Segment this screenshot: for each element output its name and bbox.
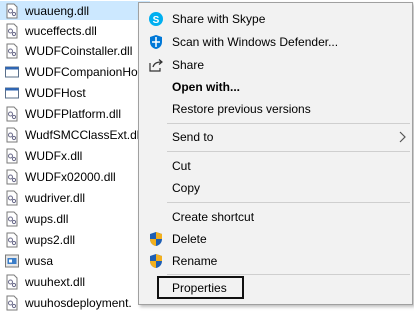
file-name: WUDFPlatform.dll	[25, 106, 122, 121]
file-name: wudriver.dll	[25, 190, 86, 205]
uac-shield-icon	[150, 254, 162, 268]
menu-label: Send to	[172, 130, 214, 144]
file-item-wudfcoinstaller-dll[interactable]: WUDFCoinstaller.dll	[0, 41, 150, 60]
menu-scan-with-defender[interactable]: Scan with Windows Defender...	[139, 31, 412, 53]
dll-icon	[6, 190, 18, 205]
menu-share[interactable]: Share	[139, 54, 412, 76]
menu-copy[interactable]: Copy	[139, 177, 412, 199]
menu-separator	[167, 151, 410, 152]
menu-open-with[interactable]: Open with...	[139, 76, 412, 98]
menu-label: Cut	[172, 159, 191, 173]
menu-label: Share	[172, 58, 205, 72]
file-item-wudriver-dll[interactable]: wudriver.dll	[0, 188, 150, 207]
file-item-wudfx02000-dll[interactable]: WUDFx02000.dll	[0, 167, 150, 186]
dll-icon	[6, 106, 18, 121]
file-item-wudfhost[interactable]: WUDFHost	[0, 83, 150, 102]
file-item-wuceffects-dll[interactable]: wuceffects.dll	[0, 21, 150, 40]
menu-label: Create shortcut	[172, 210, 255, 224]
menu-label: Share with Skype	[172, 12, 266, 26]
dll-icon	[6, 23, 18, 38]
file-name: wups2.dll	[25, 232, 76, 247]
file-item-wudfsmcclassext-dll[interactable]: WudfSMCClassExt.dll	[0, 125, 150, 144]
dll-icon	[6, 169, 18, 184]
dll-icon	[6, 211, 18, 226]
file-name: wusa	[25, 253, 54, 268]
menu-label: Rename	[172, 254, 218, 268]
menu-separator	[167, 202, 410, 203]
menu-send-to[interactable]: Send to	[139, 126, 412, 148]
properties-focus-highlight	[157, 276, 244, 299]
uac-shield-icon	[150, 232, 162, 246]
file-name: wups.dll	[25, 211, 69, 226]
menu-label: Scan with Windows Defender...	[172, 35, 339, 49]
menu-separator	[167, 123, 410, 124]
dll-icon	[6, 43, 18, 58]
dll-icon	[6, 127, 18, 142]
file-item-wuuhext-dll[interactable]: wuuhext.dll	[0, 272, 150, 291]
skype-icon: S	[149, 12, 163, 26]
file-name: WudfSMCClassExt.dll	[25, 127, 143, 142]
menu-share-with-skype[interactable]: S Share with Skype	[139, 8, 412, 30]
file-item-wups-dll[interactable]: wups.dll	[0, 209, 150, 228]
share-icon	[149, 59, 163, 72]
file-name: WUDFx02000.dll	[25, 169, 116, 184]
context-menu: S Share with Skype Scan with Windows Def…	[138, 2, 413, 305]
file-name: WUDFx.dll	[25, 148, 83, 163]
file-item-wudfplatform-dll[interactable]: WUDFPlatform.dll	[0, 104, 150, 123]
file-name: wuaueng.dll	[25, 3, 90, 18]
svg-text:S: S	[153, 15, 160, 26]
chevron-right-icon	[399, 131, 406, 143]
file-item-wudfcompanionhost[interactable]: WUDFCompanionHo	[0, 62, 150, 81]
windows-defender-icon	[150, 35, 162, 49]
exe-window-icon	[5, 66, 19, 77]
menu-delete[interactable]: Delete	[139, 228, 412, 250]
file-item-wups2-dll[interactable]: wups2.dll	[0, 230, 150, 249]
menu-cut[interactable]: Cut	[139, 155, 412, 177]
file-name: wuuhext.dll	[25, 274, 86, 289]
dll-icon	[6, 232, 18, 247]
file-item-wuuhosdeployment[interactable]: wuuhosdeployment.	[0, 293, 150, 312]
menu-separator	[167, 274, 410, 275]
file-name: WUDFCompanionHo	[25, 64, 138, 79]
exe-window-icon	[5, 87, 19, 98]
file-item-wudfx-dll[interactable]: WUDFx.dll	[0, 146, 150, 165]
menu-label: Restore previous versions	[172, 102, 311, 116]
file-list: wuaueng.dll wuceffects.dll WUDFCoinstall…	[0, 0, 150, 310]
file-item-wusa[interactable]: wusa	[0, 251, 150, 270]
file-name: WUDFCoinstaller.dll	[25, 43, 133, 58]
file-name: wuuhosdeployment.	[25, 295, 132, 310]
menu-rename[interactable]: Rename	[139, 250, 412, 272]
menu-label: Delete	[172, 232, 207, 246]
dll-icon	[6, 274, 18, 289]
dll-icon	[6, 148, 18, 163]
menu-label: Open with...	[172, 80, 240, 94]
file-item-wuaueng-dll[interactable]: wuaueng.dll	[0, 1, 150, 20]
dll-icon	[6, 3, 18, 18]
menu-create-shortcut[interactable]: Create shortcut	[139, 206, 412, 228]
menu-restore-previous-versions[interactable]: Restore previous versions	[139, 98, 412, 120]
file-name: WUDFHost	[25, 85, 86, 100]
file-name: wuceffects.dll	[25, 23, 97, 38]
wusa-app-icon	[5, 254, 19, 267]
dll-icon	[6, 295, 18, 310]
menu-label: Copy	[172, 181, 201, 195]
